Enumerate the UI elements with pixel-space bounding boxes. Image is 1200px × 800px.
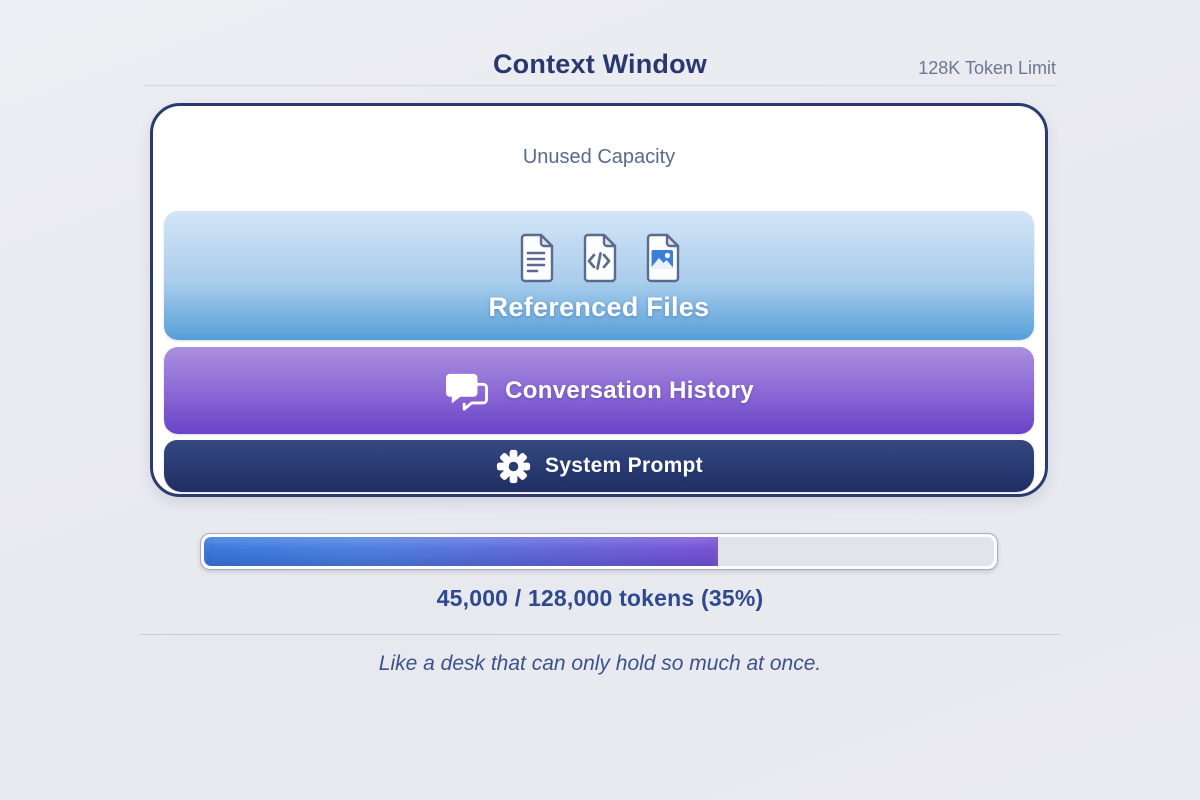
doc-file-icon — [516, 233, 556, 283]
token-limit-label: 128K Token Limit — [918, 58, 1056, 79]
layer-system-prompt: System Prompt — [164, 440, 1034, 492]
image-file-icon — [642, 233, 682, 283]
layer-conversation-history: Conversation History — [164, 347, 1034, 434]
layer-label-conversation-history: Conversation History — [505, 377, 754, 405]
chat-bubbles-icon — [444, 371, 490, 411]
token-usage-track — [204, 537, 994, 566]
code-file-icon — [579, 233, 619, 283]
caption-divider — [140, 634, 1060, 635]
header-divider — [143, 85, 1057, 86]
layer-label-system-prompt: System Prompt — [545, 454, 703, 478]
context-window-box: Unused Capacity — [150, 103, 1048, 497]
gear-icon — [495, 448, 532, 485]
context-window-infographic: Context Window 128K Token Limit Unused C… — [0, 0, 1200, 800]
token-usage-label: 45,000 / 128,000 tokens (35%) — [0, 585, 1200, 612]
layer-label-referenced-files: Referenced Files — [489, 292, 710, 323]
token-usage-bar — [200, 533, 998, 570]
token-usage-fill — [204, 537, 718, 566]
layer-referenced-files: Referenced Files — [164, 211, 1034, 340]
analogy-caption: Like a desk that can only hold so much a… — [0, 652, 1200, 676]
file-icons-row — [516, 233, 682, 283]
unused-capacity-label: Unused Capacity — [153, 146, 1045, 169]
